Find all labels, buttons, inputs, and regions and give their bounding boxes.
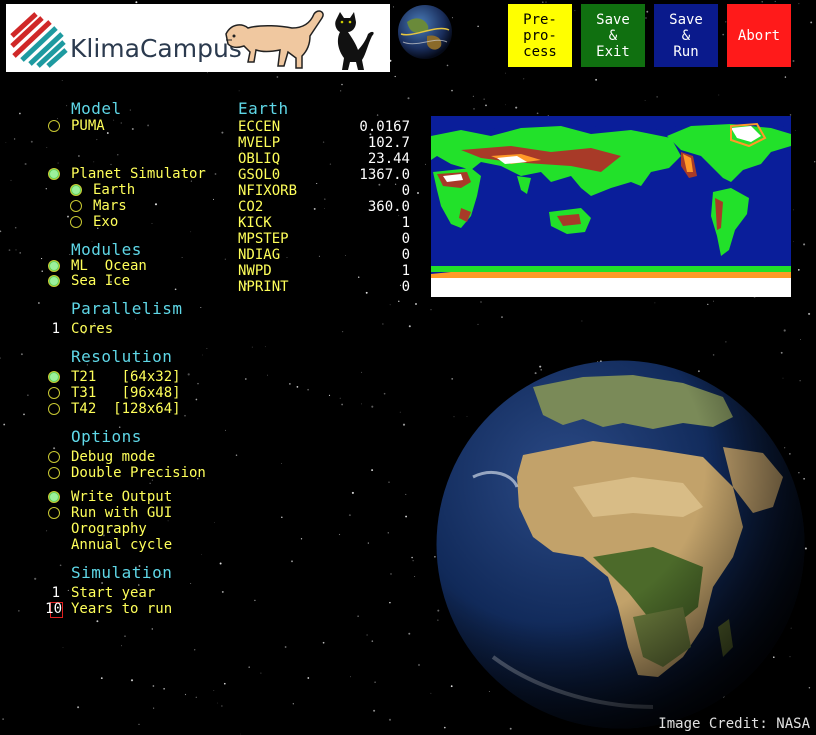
- abort-button[interactable]: Abort: [727, 4, 791, 67]
- double-precision-toggle[interactable]: [48, 467, 60, 479]
- years-to-run-label: Years to run: [71, 601, 173, 617]
- param-value-gsol0[interactable]: 1367.0: [320, 167, 410, 183]
- param-name-nprint: NPRINT: [238, 279, 289, 295]
- run-gui-label: Run with GUI: [71, 505, 173, 521]
- puma-icon: [225, 10, 324, 69]
- param-value-nprint[interactable]: 0: [320, 279, 410, 295]
- t31-label: T31 [96x48]: [71, 385, 181, 401]
- param-name-kick: KICK: [238, 215, 272, 231]
- param-name-eccen: ECCEN: [238, 119, 281, 135]
- param-value-mvelp[interactable]: 102.7: [320, 135, 410, 151]
- cores-input[interactable]: 1: [40, 321, 60, 337]
- mars-label: Mars: [93, 198, 127, 214]
- exo-radio[interactable]: [70, 216, 82, 228]
- options-heading: Options: [71, 427, 142, 446]
- model-heading: Model: [71, 99, 122, 118]
- t42-label: T42 [128x64]: [71, 401, 181, 417]
- preprocess-button[interactable]: Pre- pro- cess: [508, 4, 572, 67]
- image-credit: Image Credit: NASA: [658, 716, 810, 732]
- param-name-mpstep: MPSTEP: [238, 231, 289, 247]
- param-name-mvelp: MVELP: [238, 135, 281, 151]
- logo-text: KlimaCampus: [70, 34, 242, 63]
- resolution-heading: Resolution: [71, 347, 173, 366]
- t42-radio[interactable]: [48, 403, 60, 415]
- t21-label: T21 [64x32]: [71, 369, 181, 385]
- klimacampus-logo-icon: [10, 12, 68, 68]
- param-value-nfixorb[interactable]: 0: [320, 183, 410, 199]
- modules-heading: Modules: [71, 240, 142, 259]
- sea-ice-toggle[interactable]: [48, 275, 60, 287]
- t31-radio[interactable]: [48, 387, 60, 399]
- double-precision-label: Double Precision: [71, 465, 206, 481]
- write-output-label: Write Output: [71, 489, 173, 505]
- start-year-input[interactable]: 1: [40, 585, 60, 601]
- globe-icon: [398, 5, 452, 59]
- sea-ice-label: Sea Ice: [71, 273, 131, 289]
- start-year-label: Start year: [71, 585, 156, 601]
- write-output-toggle[interactable]: [48, 491, 60, 503]
- plasim-label: Planet Simulator: [71, 166, 206, 182]
- puma-label: PUMA: [71, 118, 105, 134]
- param-name-nfixorb: NFIXORB: [238, 183, 298, 199]
- exo-label: Exo: [93, 214, 119, 230]
- param-name-ndiag: NDIAG: [238, 247, 281, 263]
- earth-label: Earth: [93, 182, 136, 198]
- earth-params-heading: Earth: [238, 99, 289, 118]
- param-name-obliq: OBLIQ: [238, 151, 281, 167]
- param-value-co2[interactable]: 360.0: [320, 199, 410, 215]
- earth-globe: [436, 360, 805, 729]
- klimacampus-logo: KlimaCampus: [6, 4, 390, 72]
- param-value-ndiag[interactable]: 0: [320, 247, 410, 263]
- param-name-gsol0: GSOL0: [238, 167, 281, 183]
- param-name-co2: CO2: [238, 199, 264, 215]
- run-gui-toggle[interactable]: [48, 507, 60, 519]
- save-run-button[interactable]: Save & Run: [654, 4, 718, 67]
- ml-ocean-label: ML Ocean: [71, 258, 147, 274]
- debug-toggle[interactable]: [48, 451, 60, 463]
- param-value-kick[interactable]: 1: [320, 215, 410, 231]
- years-to-run-input[interactable]: 10: [40, 601, 62, 617]
- earth-radio[interactable]: [70, 184, 82, 196]
- param-name-nwpd: NWPD: [238, 263, 272, 279]
- annual-cycle-label[interactable]: Annual cycle: [71, 537, 172, 553]
- ml-ocean-toggle[interactable]: [48, 260, 60, 272]
- world-map: [431, 116, 791, 297]
- param-value-nwpd[interactable]: 1: [320, 263, 410, 279]
- t21-radio[interactable]: [48, 371, 60, 383]
- puma-radio[interactable]: [48, 120, 60, 132]
- param-value-obliq[interactable]: 23.44: [320, 151, 410, 167]
- cores-label: Cores: [71, 321, 114, 337]
- plasim-radio[interactable]: [48, 168, 60, 180]
- parallelism-heading: Parallelism: [71, 299, 183, 318]
- debug-label: Debug mode: [71, 449, 156, 465]
- orography-label[interactable]: Orography: [71, 521, 147, 537]
- param-value-mpstep[interactable]: 0: [320, 231, 410, 247]
- save-exit-button[interactable]: Save & Exit: [581, 4, 645, 67]
- param-value-eccen[interactable]: 0.0167: [320, 119, 410, 135]
- simulation-heading: Simulation: [71, 563, 173, 582]
- mars-radio[interactable]: [70, 200, 82, 212]
- cat-icon: [335, 12, 374, 70]
